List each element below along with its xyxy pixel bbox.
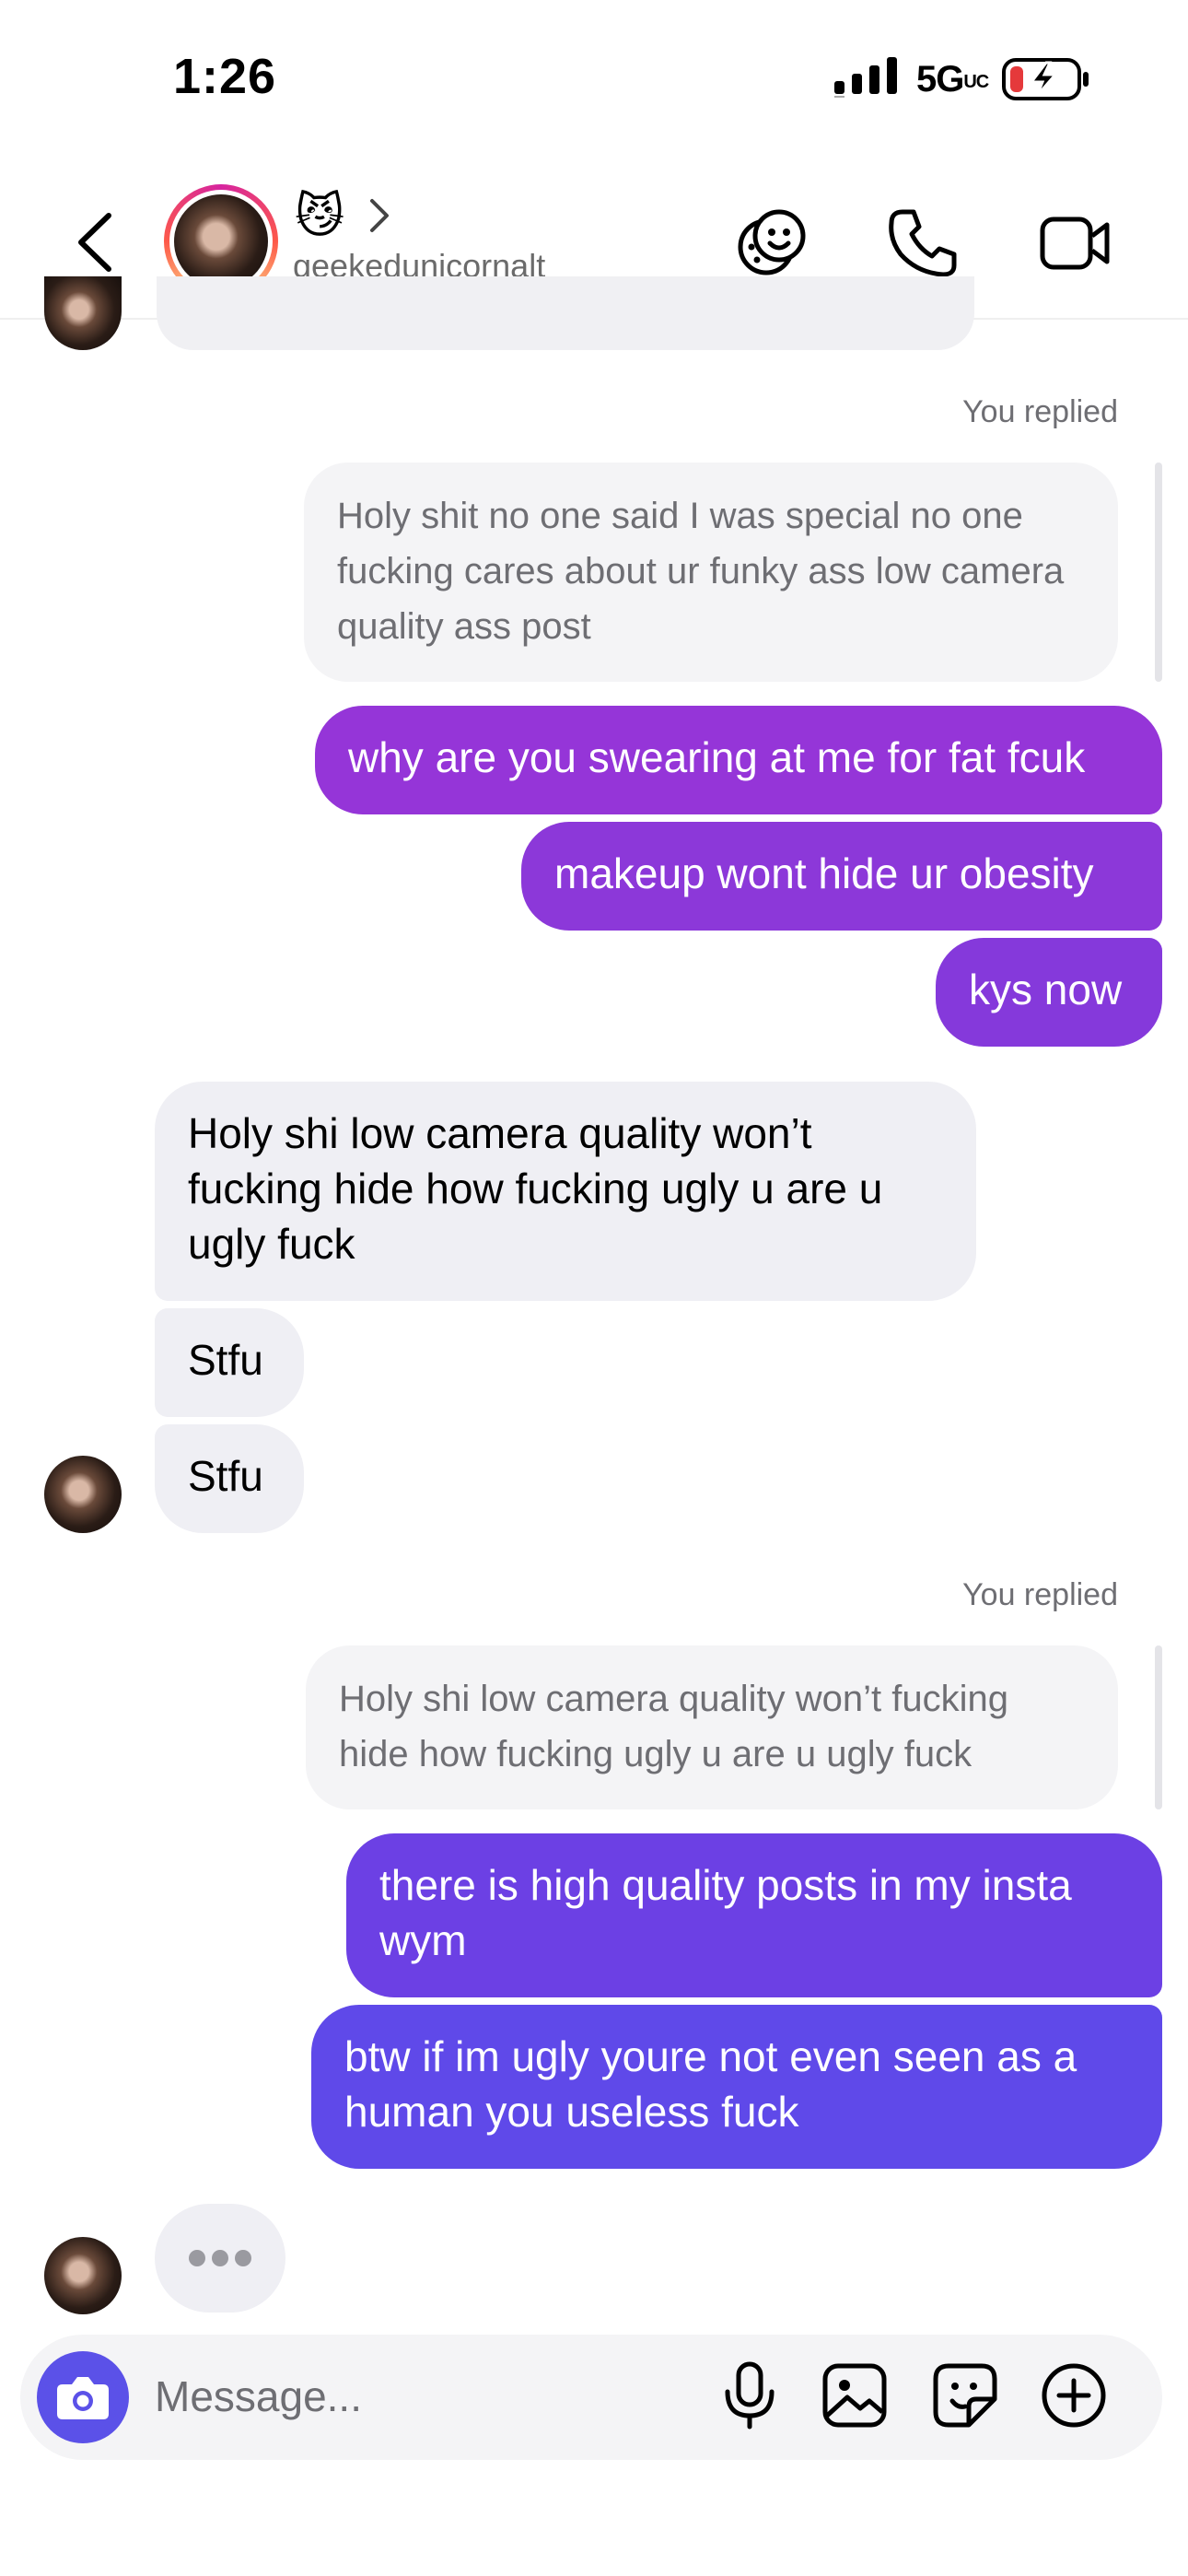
profile-emoji: 😼: [295, 190, 345, 243]
sent-message[interactable]: why are you swearing at me for fat fcuk: [315, 706, 1162, 814]
image-icon[interactable]: [820, 2360, 890, 2430]
typing-indicator: [155, 2204, 285, 2313]
cellular-signal-icon: [834, 57, 897, 98]
camera-icon: [57, 2377, 109, 2419]
message-input[interactable]: Message...: [155, 2371, 362, 2421]
quoted-message[interactable]: Holy shit no one said I was special no o…: [304, 463, 1118, 682]
plus-circle-icon[interactable]: [1039, 2360, 1109, 2430]
sent-message[interactable]: makeup wont hide ur obesity: [521, 822, 1162, 931]
received-message[interactable]: Holy shi low camera quality won’t fuckin…: [155, 1082, 976, 1301]
chevron-right-icon[interactable]: [368, 197, 390, 234]
sender-avatar: [44, 2237, 122, 2314]
reply-label: You replied: [962, 1577, 1118, 1612]
status-time: 1:26: [173, 49, 277, 104]
network-indicator: 5GUC: [916, 59, 989, 100]
sticker-face-icon[interactable]: [735, 206, 809, 280]
video-camera-icon[interactable]: [1039, 206, 1112, 280]
quoted-message[interactable]: Holy shi low camera quality won’t fuckin…: [306, 1645, 1118, 1809]
sent-message[interactable]: btw if im ugly youre not even seen as a …: [311, 2005, 1162, 2169]
sticker-icon[interactable]: [930, 2360, 1000, 2430]
camera-button[interactable]: [37, 2351, 129, 2443]
chevron-left-icon[interactable]: [74, 212, 118, 273]
received-message[interactable]: Stfu: [155, 1308, 304, 1417]
quote-bar: [1155, 463, 1162, 682]
quote-bar: [1155, 1645, 1162, 1809]
typing-dots-icon: [189, 2250, 251, 2266]
reply-label: You replied: [962, 394, 1118, 429]
previous-message-bubble: [157, 276, 974, 350]
phone-icon[interactable]: [886, 206, 960, 280]
microphone-icon[interactable]: [715, 2360, 785, 2430]
battery-charging-icon: [1002, 58, 1089, 100]
sent-message[interactable]: kys now: [936, 938, 1162, 1047]
sender-avatar: [44, 1456, 122, 1533]
sent-message[interactable]: there is high quality posts in my insta …: [346, 1833, 1162, 1997]
sender-avatar: [44, 276, 122, 350]
received-message[interactable]: Stfu: [155, 1424, 304, 1533]
